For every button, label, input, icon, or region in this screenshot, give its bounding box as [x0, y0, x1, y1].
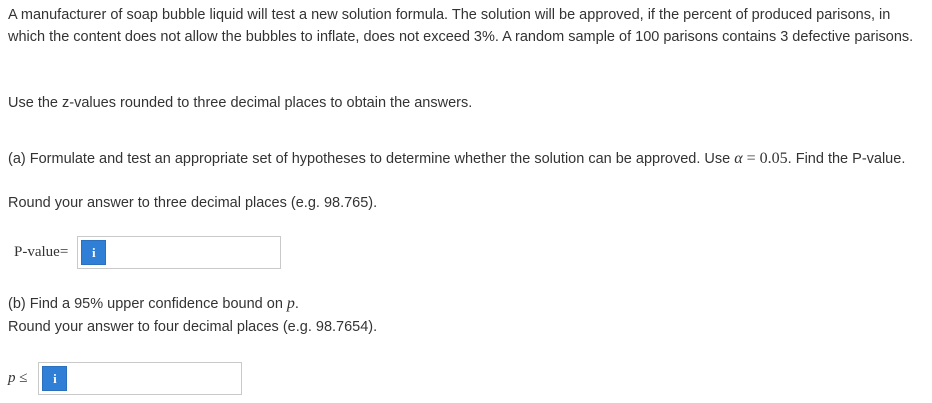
part-a-prompt-end: . Find the P-value.	[787, 151, 906, 167]
upper-bound-label: p ≤	[8, 370, 28, 386]
upper-bound-input[interactable]	[70, 362, 243, 395]
alpha-value: = 0.05	[742, 150, 788, 167]
part-b-prompt: (b) Find a 95% upper confidence bound on…	[8, 293, 928, 315]
part-b-prompt-start: (b) Find a 95% upper confidence bound on	[8, 296, 287, 312]
info-icon[interactable]: i	[81, 240, 107, 265]
alpha-symbol: α	[734, 150, 743, 167]
p-symbol: p	[286, 295, 295, 312]
part-a-prompt: (a) Formulate and test an appropriate se…	[8, 148, 928, 170]
p-value-input[interactable]	[109, 236, 282, 269]
part-b-rounding: Round your answer to four decimal places…	[8, 319, 378, 335]
part-b-prompt-end: .	[294, 296, 299, 312]
p-value-label: P-value=	[14, 244, 69, 260]
part-a-rounding: Round your answer to three decimal place…	[8, 195, 378, 211]
problem-intro: A manufacturer of soap bubble liquid wil…	[8, 7, 914, 45]
part-b-answer-row: p ≤ i	[8, 362, 243, 395]
part-a-prompt-start: (a) Formulate and test an appropriate se…	[8, 151, 735, 167]
part-a-answer-row: P-value= i	[14, 236, 282, 269]
zvalues-note: Use the z-values rounded to three decima…	[8, 95, 473, 111]
part-b-info-wrap: i	[38, 362, 71, 395]
info-icon[interactable]: i	[42, 366, 68, 391]
part-a-info-wrap: i	[77, 236, 110, 269]
